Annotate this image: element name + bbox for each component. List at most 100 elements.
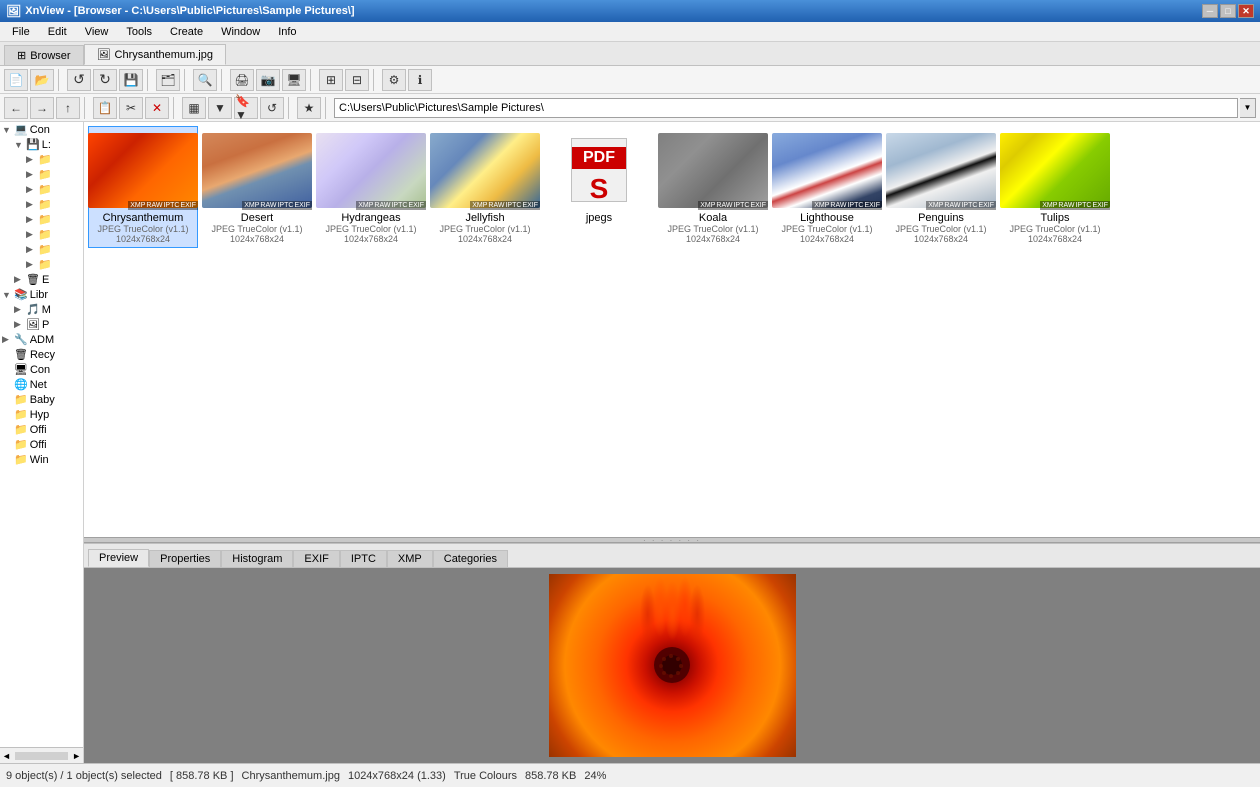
sidebar-scroll-track[interactable] <box>15 752 68 760</box>
preview-tab-iptc[interactable]: IPTC <box>340 550 387 567</box>
cut-button[interactable]: ✂ <box>119 97 143 119</box>
sidebar-item-music[interactable]: ▶ 🎵 M <box>12 302 83 317</box>
refresh-all-button[interactable]: ↻ <box>93 69 117 91</box>
bookmark-dropdown[interactable]: ▼ <box>208 97 232 119</box>
sidebar-item-recyclebin[interactable]: ▶ 🗑 E <box>12 272 83 287</box>
preview-tab-xmp[interactable]: XMP <box>387 550 433 567</box>
file-item-hydrangeas[interactable]: XMPRAWIPTCEXIF Hydrangeas JPEG TrueColor… <box>316 126 426 248</box>
settings-button[interactable]: ⚙ <box>382 69 406 91</box>
sidebar-item-local[interactable]: ▼ 💾 L: <box>12 137 83 152</box>
close-button[interactable]: ✕ <box>1238 4 1254 18</box>
menu-create[interactable]: Create <box>162 24 211 40</box>
sidebar-item-sub4[interactable]: ▶ 📁 <box>24 197 83 212</box>
file-item-jellyfish[interactable]: XMPRAWIPTCEXIF Jellyfish JPEG TrueColor … <box>430 126 540 248</box>
sidebar-item-computer[interactable]: ▼ 💻 Con <box>0 122 83 137</box>
filter-dropdown[interactable]: 🔖▼ <box>234 97 258 119</box>
thumb-wrapper-hydrangeas: XMPRAWIPTCEXIF <box>316 130 426 210</box>
sidebar-item-libraries[interactable]: ▼ 📚 Libr <box>0 287 83 302</box>
sidebar-tree: ▼ 💻 Con ▼ 💾 L: ▶ 📁 ▶ 📁 ▶ 📁 <box>0 122 83 747</box>
save-button[interactable]: 💾 <box>119 69 143 91</box>
file-item-chrysanthemum[interactable]: XMPRAWIPTCEXIF Chrysanthemum JPEG TrueCo… <box>88 126 198 248</box>
preview-tab-histogram[interactable]: Histogram <box>221 550 293 567</box>
menu-info[interactable]: Info <box>270 24 304 40</box>
sidebar-item-sub8[interactable]: ▶ 📁 <box>24 257 83 272</box>
thumb-badges-tulips: XMPRAWIPTCEXIF <box>1040 201 1110 210</box>
layout-button[interactable]: ⊞ <box>319 69 343 91</box>
thumb-badges-desert: XMPRAWIPTCEXIF <box>242 201 312 210</box>
expand-sub7-icon: ▶ <box>26 244 38 255</box>
delete-button[interactable]: ✕ <box>145 97 169 119</box>
tab-chrysanthemum[interactable]: 🖼 Chrysanthemum.jpg <box>84 44 226 65</box>
file-item-desert[interactable]: XMPRAWIPTCEXIF Desert JPEG TrueColor (v1… <box>202 126 312 248</box>
maximize-button[interactable]: □ <box>1220 4 1236 18</box>
preview-tab-properties[interactable]: Properties <box>149 550 221 567</box>
new-button[interactable]: 📄 <box>4 69 28 91</box>
star-button[interactable]: ★ <box>297 97 321 119</box>
menu-window[interactable]: Window <box>213 24 268 40</box>
preview-tab-preview[interactable]: Preview <box>88 549 149 567</box>
sidebar-item-hyp[interactable]: 📁 Hyp <box>0 407 83 422</box>
thumb-wrapper-desert: XMPRAWIPTCEXIF <box>202 130 312 210</box>
find-button[interactable]: 🔍 <box>193 69 217 91</box>
sidebar-item-sub7[interactable]: ▶ 📁 <box>24 242 83 257</box>
music-icon: 🎵 <box>26 303 40 316</box>
sidebar-item-win[interactable]: 📁 Win <box>0 452 83 467</box>
preview-tab-categories[interactable]: Categories <box>433 550 508 567</box>
layout2-button[interactable]: ⊟ <box>345 69 369 91</box>
sidebar-item-sub6[interactable]: ▶ 📁 <box>24 227 83 242</box>
expand-sub2-icon: ▶ <box>26 169 38 180</box>
address-dropdown[interactable]: ▼ <box>1240 98 1256 118</box>
tab-browser[interactable]: ⊞ Browser <box>4 45 84 65</box>
browse-button[interactable]: 🗂 <box>156 69 180 91</box>
refresh-button[interactable]: ↺ <box>67 69 91 91</box>
sep3 <box>184 69 189 91</box>
menu-edit[interactable]: Edit <box>40 24 75 40</box>
print-button[interactable]: 🖨 <box>230 69 254 91</box>
sidebar-item-sub3[interactable]: ▶ 📁 <box>24 182 83 197</box>
sidebar-item-control[interactable]: 🖥 Con <box>0 362 83 377</box>
copy-path-button[interactable]: 📋 <box>93 97 117 119</box>
up-button[interactable]: ↑ <box>56 97 80 119</box>
thumb-badges-lighthouse: XMPRAWIPTCEXIF <box>812 201 882 210</box>
file-item-penguins[interactable]: XMPRAWIPTCEXIF Penguins JPEG TrueColor (… <box>886 126 996 248</box>
sidebar-item-pictures[interactable]: ▶ 🖼 P <box>12 317 83 332</box>
menu-view[interactable]: View <box>77 24 117 40</box>
address-bar[interactable]: C:\Users\Public\Pictures\Sample Pictures… <box>334 98 1238 118</box>
sidebar-item-sub2[interactable]: ▶ 📁 <box>24 167 83 182</box>
minimize-button[interactable]: ─ <box>1202 4 1218 18</box>
sidebar-item-network[interactable]: 🌐 Net <box>0 377 83 392</box>
sidebar-item-sub1[interactable]: ▶ 📁 <box>24 152 83 167</box>
hyp-label: Hyp <box>30 409 50 421</box>
screen-button[interactable]: 🖥 <box>282 69 306 91</box>
sidebar-scroll-right[interactable]: ► <box>70 751 83 761</box>
thumb-wrapper-chrysanthemum: XMPRAWIPTCEXIF <box>88 130 198 210</box>
open-button[interactable]: 📂 <box>30 69 54 91</box>
title-bar-left: 🖼 XnView - [Browser - C:\Users\Public\Pi… <box>6 4 355 18</box>
file-item-tulips[interactable]: XMPRAWIPTCEXIF Tulips JPEG TrueColor (v1… <box>1000 126 1110 248</box>
thumb-type-lighthouse: JPEG TrueColor (v1.1) <box>781 224 872 234</box>
forward-button[interactable]: → <box>30 97 54 119</box>
thumbnails-area: XMPRAWIPTCEXIF Chrysanthemum JPEG TrueCo… <box>84 122 1260 537</box>
menu-file[interactable]: File <box>4 24 38 40</box>
sidebar-item-baby[interactable]: 📁 Baby <box>0 392 83 407</box>
sidebar-scroll-left[interactable]: ◄ <box>0 751 13 761</box>
status-zoom: 24% <box>584 770 606 782</box>
sidebar-item-admtools[interactable]: ▶ 🔧 ADM <box>0 332 83 347</box>
back-button[interactable]: ← <box>4 97 28 119</box>
file-item-lighthouse[interactable]: XMPRAWIPTCEXIF Lighthouse JPEG TrueColor… <box>772 126 882 248</box>
sidebar-item-office2[interactable]: 📁 Offi <box>0 437 83 452</box>
preview-tab-exif[interactable]: EXIF <box>293 550 339 567</box>
file-item-koala[interactable]: XMPRAWIPTCEXIF Koala JPEG TrueColor (v1.… <box>658 126 768 248</box>
grid-button[interactable]: ▦ <box>182 97 206 119</box>
win-icon: 📁 <box>14 453 28 466</box>
rotate-button[interactable]: ↺ <box>260 97 284 119</box>
thumb-name-penguins: Penguins <box>890 212 992 224</box>
menu-tools[interactable]: Tools <box>118 24 160 40</box>
info-button[interactable]: ℹ <box>408 69 432 91</box>
thumb-size-penguins: 1024x768x24 <box>914 234 968 244</box>
file-item-jpegs[interactable]: PDF S jpegs <box>544 126 654 248</box>
scan-button[interactable]: 📷 <box>256 69 280 91</box>
sidebar-item-office1[interactable]: 📁 Offi <box>0 422 83 437</box>
sidebar-item-recycle2[interactable]: 🗑 Recy <box>0 347 83 362</box>
sidebar-item-sub5[interactable]: ▶ 📁 <box>24 212 83 227</box>
